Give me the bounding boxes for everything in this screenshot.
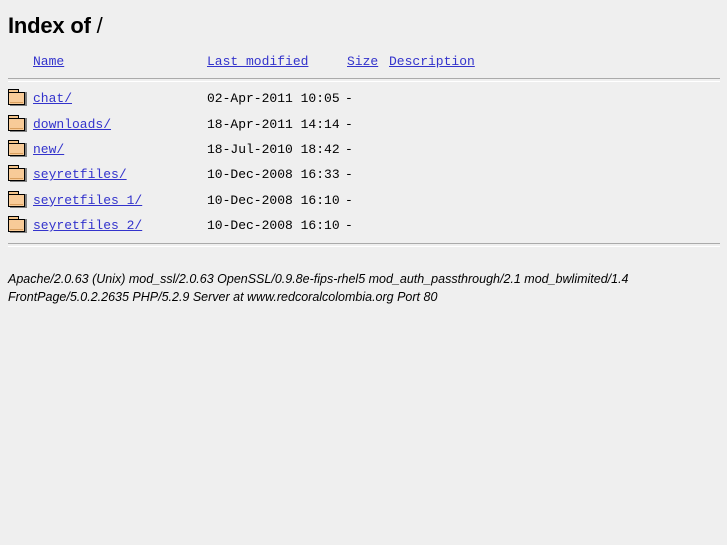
table-row: seyretfiles 2/10-Dec-2008 16:10- (8, 213, 720, 238)
page-title-prefix: Index of (8, 13, 91, 38)
row-size: - (345, 116, 353, 132)
server-signature-line-1: Apache/2.0.63 (Unix) mod_ssl/2.0.63 Open… (8, 272, 629, 286)
row-last-modified: 18-Apr-2011 14:14 (207, 116, 340, 132)
row-last-modified: 10-Dec-2008 16:33 (207, 167, 340, 183)
row-last-modified: 02-Apr-2011 10:05 (207, 91, 340, 107)
row-name-cell: chat/ (33, 86, 207, 111)
folder-icon[interactable] (8, 89, 28, 108)
folder-icon[interactable] (8, 139, 28, 159)
row-size: - (345, 91, 353, 107)
row-description (389, 213, 720, 238)
row-description (389, 137, 720, 162)
header-description-cell: Description (389, 51, 720, 73)
row-size: - (345, 141, 353, 157)
row-description (389, 162, 720, 187)
table-row: seyretfiles/10-Dec-2008 16:33- (8, 162, 720, 187)
directory-link[interactable]: seyretfiles 1/ (33, 193, 142, 208)
server-signature-line-2: FrontPage/5.0.2.2635 PHP/5.2.9 Server at… (8, 290, 438, 304)
folder-icon[interactable] (8, 114, 28, 134)
page-title: Index of / (0, 0, 727, 39)
row-icon-cell (8, 188, 33, 213)
table-header-row: Name Last modified Size Description (8, 51, 720, 73)
folder-icon[interactable] (8, 165, 28, 184)
header-icon-cell (8, 51, 33, 73)
table-row: seyretfiles 1/10-Dec-2008 16:10- (8, 188, 720, 213)
directory-link[interactable]: downloads/ (33, 117, 111, 132)
row-name-cell: seyretfiles/ (33, 162, 207, 187)
directory-link[interactable]: chat/ (33, 91, 72, 106)
row-size: - (345, 192, 353, 208)
row-name-cell: downloads/ (33, 111, 207, 136)
header-size-cell: Size (345, 51, 389, 73)
row-description (389, 111, 720, 136)
table-row: new/18-Jul-2010 18:42- (8, 137, 720, 162)
directory-link[interactable]: seyretfiles/ (33, 167, 127, 182)
row-description (389, 188, 720, 213)
page-title-path: / (96, 13, 103, 38)
folder-icon[interactable] (8, 190, 28, 210)
directory-listing: Name Last modified Size Description chat… (0, 51, 727, 251)
server-signature: Apache/2.0.63 (Unix) mod_ssl/2.0.63 Open… (8, 270, 708, 306)
folder-icon[interactable] (8, 216, 28, 235)
table-row: chat/02-Apr-2011 10:05- (8, 86, 720, 111)
row-name-cell: seyretfiles 2/ (33, 213, 207, 238)
row-last-modified: 10-Dec-2008 16:10 (207, 218, 340, 234)
sort-by-description-link[interactable]: Description (389, 54, 475, 69)
footer-divider-cell (8, 238, 720, 251)
row-name-cell: seyretfiles 1/ (33, 188, 207, 213)
row-last-modified: 18-Jul-2010 18:42 (207, 141, 340, 157)
row-last-modified: 10-Dec-2008 16:10 (207, 192, 340, 208)
directory-index-table: Name Last modified Size Description chat… (8, 51, 720, 251)
footer-divider-row (8, 238, 720, 251)
header-name-cell: Name (33, 51, 207, 73)
header-divider-row (8, 73, 720, 86)
row-icon-cell (8, 213, 33, 238)
directory-link[interactable]: seyretfiles 2/ (33, 218, 142, 233)
row-description (389, 86, 720, 111)
row-icon-cell (8, 86, 33, 111)
sort-by-last-modified-link[interactable]: Last modified (207, 54, 308, 69)
row-icon-cell (8, 137, 33, 162)
row-icon-cell (8, 111, 33, 136)
row-size: - (345, 218, 353, 234)
horizontal-rule-top (8, 77, 720, 82)
sort-by-name-link[interactable]: Name (33, 54, 64, 69)
row-name-cell: new/ (33, 137, 207, 162)
row-size: - (345, 167, 353, 183)
table-row: downloads/18-Apr-2011 14:14- (8, 111, 720, 136)
horizontal-rule-bottom (8, 242, 720, 247)
sort-by-size-link[interactable]: Size (347, 54, 378, 69)
directory-link[interactable]: new/ (33, 142, 64, 157)
header-divider-cell (8, 73, 720, 86)
row-icon-cell (8, 162, 33, 187)
header-date-cell: Last modified (207, 51, 345, 73)
